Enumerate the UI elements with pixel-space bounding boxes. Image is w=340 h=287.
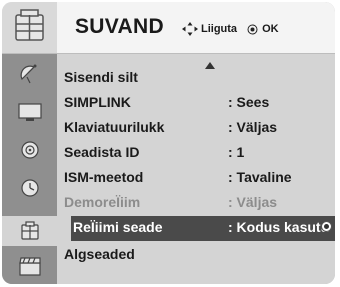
nav-hint: Liiguta OK [182, 22, 279, 36]
menu-row-value: : Sees [228, 94, 270, 110]
menu-row-value: : 1 [228, 144, 245, 160]
clock-icon [20, 179, 39, 197]
page-title: SUVAND [75, 15, 164, 38]
film-clapper-icon [18, 257, 41, 276]
menu-row-ism-method[interactable]: ISM-meetod : Tavaline [64, 166, 329, 190]
tv-osd-menu: SUVAND Liiguta OK Sisendi silt SIMPLINK … [2, 2, 335, 284]
menu-row-input-label[interactable]: Sisendi silt [64, 66, 329, 90]
menu-row-label: ISM-meetod [64, 169, 144, 185]
sidebar-item-option-active[interactable] [2, 216, 57, 246]
hint-move-label: Liiguta [201, 23, 238, 35]
settings-icon [15, 9, 44, 41]
ok-selector-icon [321, 221, 332, 232]
menu-row-label: Seadista ID [64, 144, 140, 160]
menu-row-label: DemoreÏiim [64, 194, 141, 210]
menu-row-value: : Tavaline [228, 169, 292, 185]
menu-row-mode-setting-selected[interactable]: ReÏiimi seade : Kodus kasutu [71, 216, 335, 241]
menu-row-value: : Kodus kasutu [228, 219, 330, 235]
menu-row-label: Sisendi silt [64, 69, 138, 85]
sidebar-item-media[interactable] [7, 252, 52, 280]
menu-header: SUVAND Liiguta OK [2, 2, 335, 54]
category-sidebar [2, 54, 57, 284]
sidebar-item-audio[interactable] [7, 136, 52, 164]
dpad-arrows-icon [182, 22, 198, 36]
sidebar-item-picture[interactable] [7, 98, 52, 126]
sidebar-item-channel[interactable] [7, 60, 52, 88]
menu-row-value: : Väljas [228, 194, 278, 210]
menu-row-simplink[interactable]: SIMPLINK : Sees [64, 91, 329, 115]
header-icon-cell [2, 2, 57, 53]
menu-row-demo-mode: DemoreÏiim : Väljas [64, 191, 329, 215]
monitor-icon [17, 103, 42, 121]
menu-row-set-id[interactable]: Seadista ID : 1 [64, 141, 329, 165]
menu-row-value: : Väljas [228, 119, 278, 135]
ok-button-icon [247, 24, 258, 34]
menu-row-label: Algseaded [64, 246, 135, 262]
menu-row-label: ReÏiimi seade [73, 219, 163, 235]
satellite-dish-icon [20, 64, 36, 84]
menu-row-factory-reset[interactable]: Algseaded [64, 243, 329, 267]
menu-row-key-lock[interactable]: Klaviatuurilukk : Väljas [64, 116, 329, 140]
hint-ok-label: OK [262, 23, 279, 35]
menu-row-label: Klaviatuurilukk [64, 119, 165, 135]
speaker-icon [20, 141, 39, 159]
option-menu-list: Sisendi silt SIMPLINK : Sees Klaviatuuri… [57, 54, 335, 284]
sidebar-item-time[interactable] [7, 174, 52, 202]
menu-row-label: SIMPLINK [64, 94, 131, 110]
settings-icon [20, 221, 39, 240]
